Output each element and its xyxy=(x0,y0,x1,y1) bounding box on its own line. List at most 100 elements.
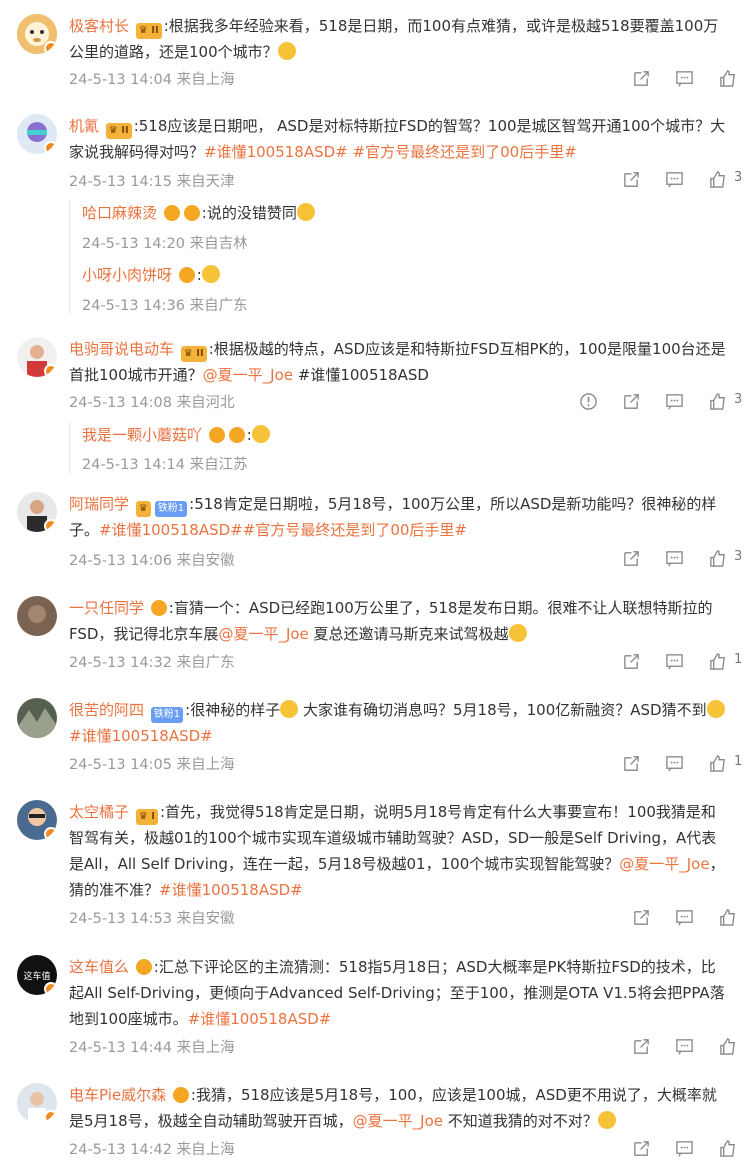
comment-actions: 1 xyxy=(601,650,743,672)
reply-text: :说的没错赞同 xyxy=(201,204,297,222)
avatar[interactable]: 这车值 xyxy=(17,955,57,995)
avatar[interactable] xyxy=(17,800,57,840)
comment-body: 极客村长 ♛ II:根据我多年经验来看，518是日期，而100有点难猜，或许是极… xyxy=(69,13,730,65)
like-count: 1 xyxy=(734,754,743,769)
like-icon[interactable]: 3 xyxy=(708,391,743,411)
comment-text: :根据我多年经验来看，518是日期，而100有点难猜，或许是极越518要覆盖10… xyxy=(69,17,719,61)
comment-icon[interactable] xyxy=(665,391,687,411)
share-icon[interactable] xyxy=(622,169,644,189)
comment-icon[interactable] xyxy=(675,907,697,927)
comment-body: 一只任同学 :盲猜一个：ASD已经跑100万公里了，518是发布日期。很难不让人… xyxy=(69,595,730,647)
username[interactable]: 机氰 xyxy=(69,117,99,135)
like-icon[interactable]: 3 xyxy=(708,169,742,189)
reply-divider xyxy=(69,200,70,314)
level-badge: ♛ xyxy=(135,501,151,517)
topic-link[interactable]: #官方号最终还是到了00后手里# xyxy=(353,143,577,161)
like-icon[interactable] xyxy=(718,1036,740,1056)
mention-link[interactable]: @夏一平_Joe xyxy=(619,855,709,873)
comment-meta: 24-5-13 14:53 来自安徽 xyxy=(69,911,235,927)
username[interactable]: 太空橘子 xyxy=(69,803,129,821)
vip-icon xyxy=(183,205,200,221)
topic-link[interactable]: #谁懂100518ASD# xyxy=(159,881,303,899)
mention-link[interactable]: @夏一平_Joe xyxy=(218,625,308,643)
comment-icon[interactable] xyxy=(665,169,687,189)
comment-icon[interactable] xyxy=(675,1036,697,1056)
comment-meta: 24-5-13 14:06 来自安徽 xyxy=(69,553,235,569)
username[interactable]: 哈口麻辣烫 xyxy=(82,204,157,222)
emoji-icon xyxy=(201,265,220,283)
avatar[interactable] xyxy=(17,337,57,377)
avatar[interactable] xyxy=(17,1083,57,1123)
username[interactable]: 阿瑞同学 xyxy=(69,495,129,513)
comment-text: 夏总还邀请马斯克来试驾极越 xyxy=(308,625,509,643)
like-count: 1 xyxy=(734,652,743,667)
comment-icon[interactable] xyxy=(665,753,687,773)
comment-actions xyxy=(611,1035,740,1057)
like-icon[interactable]: 1 xyxy=(708,651,743,671)
mention-link[interactable]: @夏一平_Joe xyxy=(203,366,293,384)
comment-text: 不知道我猜的对不对？ xyxy=(442,1112,598,1130)
share-icon[interactable] xyxy=(632,907,654,927)
avatar[interactable] xyxy=(17,14,57,54)
topic-link[interactable]: #谁懂100518ASD# xyxy=(188,1010,332,1028)
share-icon[interactable] xyxy=(622,391,644,411)
comment-actions xyxy=(611,1137,740,1159)
like-icon[interactable] xyxy=(718,68,740,88)
share-icon[interactable] xyxy=(622,651,644,671)
comment-icon[interactable] xyxy=(675,68,697,88)
share-icon[interactable] xyxy=(622,548,644,568)
like-icon[interactable]: 3 xyxy=(708,548,742,568)
report-icon[interactable] xyxy=(579,391,601,411)
comment-meta: 24-5-13 14:05 来自上海 xyxy=(69,757,235,773)
avatar[interactable] xyxy=(17,698,57,738)
vip-icon xyxy=(150,600,167,616)
reply-item: 哈口麻辣烫 :说的没错赞同 xyxy=(82,200,730,226)
comment-text: :汇总下评论区的主流猜测：518指5月18日；ASD大概率是PK特斯拉FSD的技… xyxy=(69,958,725,1028)
topic-link[interactable]: #谁懂100518ASD# xyxy=(99,521,243,539)
comment-icon[interactable] xyxy=(665,651,687,671)
share-icon[interactable] xyxy=(632,68,654,88)
level-badge: ♛ II xyxy=(180,346,207,362)
username[interactable]: 电车Pie威尔森 xyxy=(69,1086,166,1104)
comment-meta: 24-5-13 14:42 来自上海 xyxy=(69,1142,235,1158)
comment-actions xyxy=(611,67,740,89)
like-count: 3 xyxy=(734,392,743,407)
share-icon[interactable] xyxy=(632,1138,654,1158)
reply-meta: 24-5-13 14:36 来自广东 xyxy=(82,298,248,314)
comment-icon[interactable] xyxy=(675,1138,697,1158)
username[interactable]: 很苦的阿四 xyxy=(69,701,144,719)
vip-icon xyxy=(208,427,225,443)
avatar[interactable] xyxy=(17,492,57,532)
username[interactable]: 我是一颗小蘑菇吖 xyxy=(82,426,202,444)
username[interactable]: 小呀小肉饼呀 xyxy=(82,266,172,284)
like-icon[interactable] xyxy=(718,907,740,927)
topic-link[interactable]: #谁懂100518ASD# xyxy=(204,143,348,161)
comment-text: :很神秘的样子 xyxy=(185,701,281,719)
comment-body: 机氰 ♛ II:518应该是日期吧， ASD是对标特斯拉FSD的智驾？100是城… xyxy=(69,113,730,165)
level-badge: ♛ I xyxy=(135,809,158,825)
username[interactable]: 电驹哥说电动车 xyxy=(69,340,174,358)
emoji-icon xyxy=(277,42,296,60)
share-icon[interactable] xyxy=(622,753,644,773)
thumbs-up-icon xyxy=(251,425,270,443)
vip-icon xyxy=(228,427,245,443)
avatar[interactable] xyxy=(17,114,57,154)
username[interactable]: 极客村长 xyxy=(69,17,129,35)
mention-link[interactable]: @夏一平_Joe xyxy=(353,1112,443,1130)
share-icon[interactable] xyxy=(632,1036,654,1056)
like-icon[interactable] xyxy=(718,1138,740,1158)
topic-link[interactable]: #官方号最终还是到了00后手里# xyxy=(243,521,467,539)
avatar[interactable] xyxy=(17,596,57,636)
username[interactable]: 一只任同学 xyxy=(69,599,144,617)
topic-link[interactable]: #谁懂100518ASD# xyxy=(69,727,213,745)
topic-link[interactable]: #谁懂100518ASD xyxy=(298,366,429,384)
comment-actions: 3 xyxy=(601,168,742,190)
vip-icon xyxy=(135,959,152,975)
reply-item: 小呀小肉饼呀 : xyxy=(82,262,730,288)
vip-icon xyxy=(178,267,195,283)
comment-text: 大家谁有确切消息吗？5月18号，100亿新融资？ASD猜不到 xyxy=(298,701,707,719)
like-icon[interactable]: 1 xyxy=(708,753,743,773)
username[interactable]: 这车值么 xyxy=(69,958,129,976)
comment-icon[interactable] xyxy=(665,548,687,568)
comment-actions xyxy=(611,906,740,928)
